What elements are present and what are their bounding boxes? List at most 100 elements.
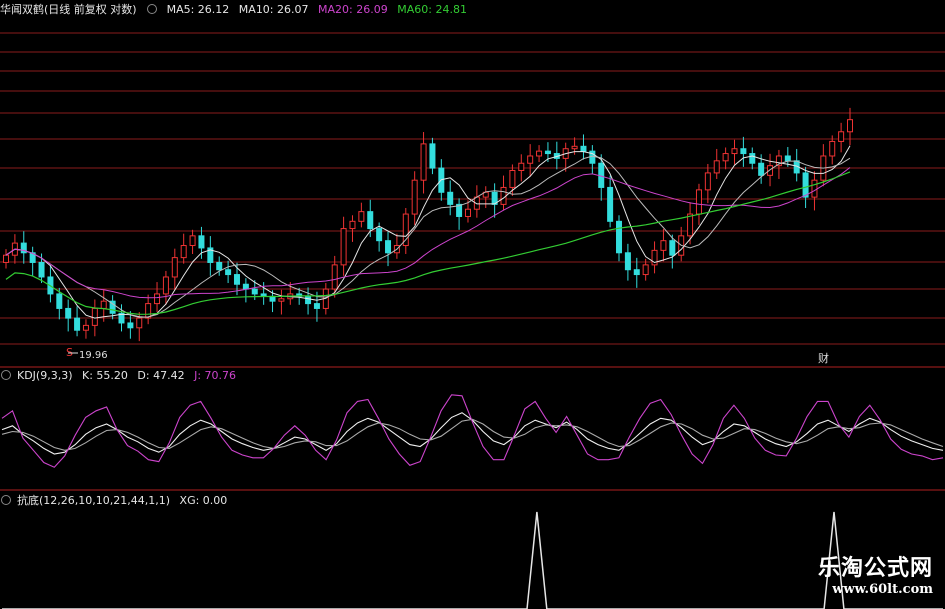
candle-body	[65, 307, 72, 319]
candle-body	[847, 119, 853, 133]
kdj-d-value: D: 47.42	[137, 369, 185, 382]
kangdi-panel-header: 抗底(12,26,10,10,21,44,1,1) XG: 0.00	[0, 492, 233, 508]
candle-body	[536, 150, 543, 157]
candle-body	[189, 235, 196, 247]
candle-body	[713, 160, 720, 174]
candlesticks	[3, 107, 853, 342]
candle-body	[509, 170, 516, 188]
candle-body	[171, 257, 178, 278]
candle-body	[198, 235, 205, 249]
candle-body	[811, 179, 818, 198]
candle-body	[127, 322, 134, 329]
ma10-line	[5, 155, 851, 318]
candle-body	[527, 155, 534, 164]
candle-body	[518, 162, 525, 172]
candle-body	[767, 165, 774, 176]
event-marker-finance: 财	[818, 351, 829, 365]
kdj-panel-header: KDJ(9,3,3) K: 55.20 D: 47.42 J: 70.76	[0, 369, 242, 382]
kdj-lines	[1, 394, 944, 468]
watermark-title: 乐淘公式网	[817, 555, 933, 581]
candle-body	[180, 245, 187, 259]
candle-body	[56, 293, 63, 309]
moving-average-lines	[5, 145, 851, 319]
candle-body	[3, 254, 9, 263]
candle-body	[616, 220, 623, 254]
candle-body	[838, 131, 845, 142]
candle-body	[136, 317, 143, 329]
candle-body	[722, 153, 729, 162]
candle-body	[385, 240, 392, 254]
candle-body	[82, 324, 89, 331]
candle-body	[225, 269, 232, 276]
candle-body	[233, 274, 240, 285]
kdj-k-value: K: 55.20	[82, 369, 128, 382]
candle-body	[687, 213, 694, 237]
ma10-label: MA10: 26.07	[238, 3, 309, 16]
candle-body	[429, 143, 436, 169]
candle-body	[544, 150, 551, 155]
watermark-url: www.60lt.com	[832, 582, 933, 597]
candle-body	[242, 283, 249, 290]
candle-body	[447, 191, 454, 205]
candle-body	[749, 153, 756, 164]
stock-title: 华闻双鹤(日线 前复权 对数)	[0, 3, 137, 16]
candle-body	[660, 240, 667, 251]
indicator-toggle-icon[interactable]	[1, 370, 11, 380]
ma60-line	[5, 171, 851, 315]
xg-signal-line	[2, 511, 943, 609]
candle-body	[633, 269, 640, 276]
candle-body	[278, 298, 285, 302]
candle-body	[580, 145, 587, 152]
candle-body	[154, 293, 161, 305]
candle-body	[464, 208, 471, 217]
main-panel-header: 华闻双鹤(日线 前复权 对数) MA5: 26.12 MA10: 26.07 M…	[0, 1, 473, 17]
candle-body	[607, 186, 614, 222]
candle-body	[38, 261, 45, 278]
settings-icon[interactable]	[147, 4, 158, 14]
ma60-label: MA60: 24.81	[397, 3, 467, 16]
candle-body	[162, 276, 169, 295]
candle-body	[91, 307, 98, 326]
candle-body	[695, 189, 702, 215]
candle-body	[758, 162, 765, 176]
candle-body	[784, 155, 791, 162]
xg-value: XG: 0.00	[179, 494, 228, 507]
candle-body	[313, 303, 320, 309]
kdj-j-line	[1, 394, 944, 468]
kdj-j-value: J: 70.76	[194, 369, 237, 382]
xg-line	[2, 511, 943, 609]
candle-body	[731, 148, 738, 155]
candle-body	[331, 264, 338, 290]
chart-canvas: S 19.96 财	[0, 32, 945, 609]
ma20-label: MA20: 26.09	[318, 3, 388, 16]
kangdi-title: 抗底(12,26,10,10,21,44,1,1)	[17, 494, 171, 507]
watermark: 乐淘公式网 www.60lt.com	[818, 550, 933, 597]
candle-body	[642, 264, 649, 276]
candle-body	[571, 145, 578, 150]
candle-body	[624, 252, 631, 271]
candle-body	[402, 213, 409, 247]
ma5-label: MA5: 26.12	[166, 3, 230, 16]
candle-body	[376, 228, 383, 242]
candle-body	[216, 261, 223, 271]
candle-body	[349, 220, 356, 230]
ma20-line	[5, 167, 851, 299]
candle-body	[251, 288, 258, 295]
candle-body	[305, 295, 312, 305]
low-price-label: 19.96	[79, 350, 108, 361]
candle-body	[669, 240, 676, 256]
candle-body	[358, 211, 365, 222]
candle-body	[829, 140, 836, 157]
candle-body	[367, 211, 374, 230]
ma5-line	[5, 145, 851, 319]
kdj-title: KDJ(9,3,3)	[17, 369, 73, 382]
indicator-toggle-icon[interactable]	[1, 495, 11, 505]
candle-body	[704, 172, 711, 191]
candle-body	[340, 228, 347, 266]
candle-body	[740, 148, 747, 155]
candle-body	[100, 300, 107, 309]
candle-body	[420, 143, 427, 181]
candle-body	[411, 179, 418, 215]
candle-body	[74, 317, 81, 331]
candle-body	[802, 172, 809, 198]
